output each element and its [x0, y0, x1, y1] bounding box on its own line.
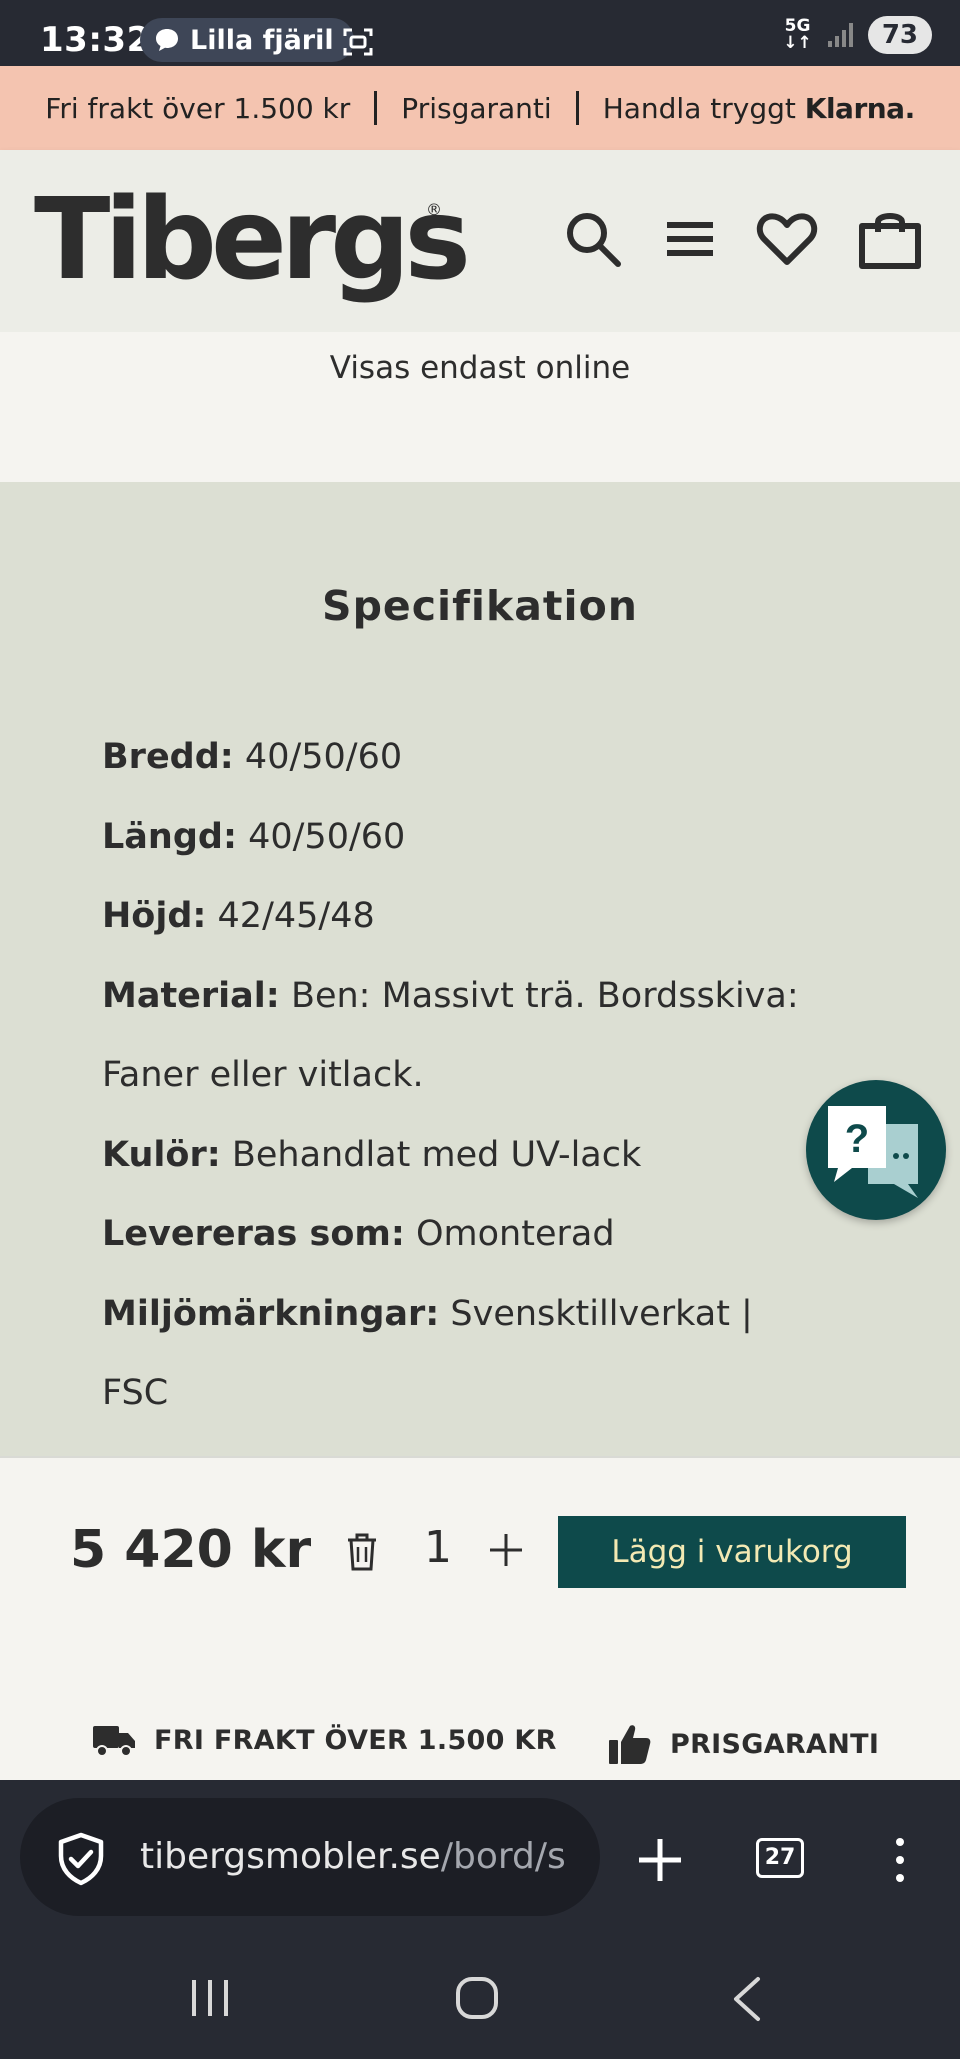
- url-bar[interactable]: tibergsmobler.se/bord/s: [20, 1798, 600, 1916]
- promo-price-guarantee: Prisgaranti: [401, 91, 552, 125]
- help-chat-icon: ?: [828, 1106, 918, 1198]
- benefit-free-shipping: FRI FRAKT ÖVER 1.500 KR: [92, 1722, 557, 1758]
- spec-item-length: Längd: 40/50/60: [102, 816, 406, 857]
- svg-text:?: ?: [845, 1117, 869, 1161]
- chat-bubble-icon: [156, 29, 178, 51]
- back-icon[interactable]: [730, 1976, 764, 2022]
- browser-toolbar: tibergsmobler.se/bord/s 27: [0, 1780, 960, 1920]
- notification-label: Lilla fjäril: [190, 24, 334, 56]
- home-icon[interactable]: [455, 1976, 499, 2020]
- online-notice-section: Visas endast online: [0, 332, 960, 482]
- promo-bar: Fri frakt över 1.500 kr Prisgaranti Hand…: [0, 66, 960, 150]
- cart-icon[interactable]: [858, 208, 922, 270]
- benefits-row: FRI FRAKT ÖVER 1.500 KR PRISGARANTI: [0, 1656, 960, 1780]
- spec-item-material: Material: Ben: Massivt trä. Bordsskiva: …: [102, 975, 799, 1096]
- spec-title: Specifikation: [322, 582, 638, 630]
- heart-icon[interactable]: [756, 208, 818, 270]
- status-time: 13:32: [40, 20, 151, 60]
- online-only-notice: Visas endast online: [329, 350, 631, 386]
- network-indicator: 5G ↓↑: [783, 16, 812, 53]
- battery-indicator: 73: [867, 16, 932, 54]
- spec-list: Bredd: 40/50/60 Längd: 40/50/60 Höjd: 42…: [102, 718, 822, 1434]
- notification-pill[interactable]: Lilla fjäril: [140, 18, 354, 62]
- recent-apps-icon[interactable]: [188, 1978, 232, 2018]
- tabs-count-button[interactable]: 27: [756, 1838, 804, 1878]
- tibergs-logo[interactable]: Tibergs: [34, 184, 471, 296]
- spec-item-delivery: Levereras som: Omonterad: [102, 1214, 615, 1254]
- signal-icon: [827, 23, 853, 47]
- spec-item-eco-labels: Miljömärkningar: Svensktillverkat | FSC: [102, 1293, 753, 1414]
- klarna-logo: Klarna.: [804, 91, 915, 125]
- screenshot-icon: [343, 28, 373, 56]
- shield-check-icon[interactable]: [56, 1832, 106, 1886]
- spec-item-height: Höjd: 42/45/48: [102, 896, 375, 936]
- promo-free-shipping: Fri frakt över 1.500 kr: [45, 91, 351, 125]
- system-nav-bar: [0, 1920, 960, 2059]
- new-tab-icon[interactable]: [636, 1836, 684, 1884]
- specification-section: Specifikation Bredd: 40/50/60 Längd: 40/…: [0, 482, 960, 1456]
- url-text: tibergsmobler.se/bord/s: [140, 1836, 566, 1877]
- delivery-truck-icon: [93, 1726, 135, 1757]
- spec-item-color: Kulör: Behandlat med UV-lack: [102, 1134, 642, 1175]
- spec-item-width: Bredd: 40/50/60: [102, 737, 403, 777]
- promo-divider: [374, 91, 378, 125]
- thumbs-up-icon: [609, 1725, 651, 1764]
- benefit-price-guarantee: PRISGARANTI: [608, 1722, 879, 1766]
- site-header: Tibergs ®: [0, 150, 960, 332]
- help-chat-button[interactable]: ?: [806, 1080, 946, 1220]
- plus-icon[interactable]: [488, 1532, 524, 1568]
- add-to-cart-button[interactable]: Lägg i varukorg: [558, 1516, 906, 1588]
- search-icon[interactable]: [562, 208, 624, 270]
- promo-divider: [575, 91, 579, 125]
- promo-safe-shopping: Handla tryggt Klarna.: [602, 91, 916, 125]
- menu-icon[interactable]: [664, 208, 716, 270]
- purchase-bar: 5 420 kr 1 Lägg i varukorg: [0, 1456, 960, 1656]
- registered-mark: ®: [426, 200, 442, 219]
- trash-icon[interactable]: [346, 1532, 378, 1572]
- more-options-icon[interactable]: [890, 1836, 910, 1884]
- status-bar: 13:32 Lilla fjäril 5G ↓↑ 73: [0, 0, 960, 66]
- quantity-value: 1: [424, 1522, 452, 1573]
- product-price: 5 420 kr: [70, 1520, 312, 1580]
